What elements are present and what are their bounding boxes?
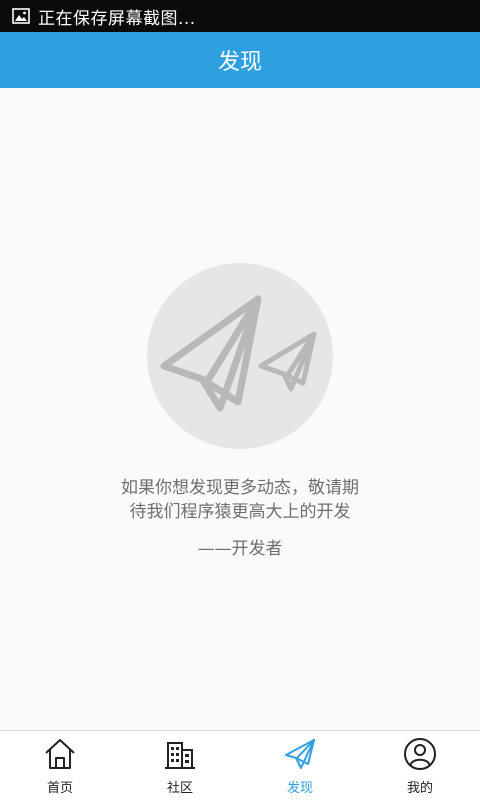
home-icon [45,739,75,769]
page-title: 发现 [217,50,262,75]
paper-plane-icon [147,263,333,449]
user-icon [404,738,436,770]
developer-signature: ——开发者 [197,539,283,559]
tab-label: 首页 [46,781,73,796]
paper-plane-icon [285,739,315,769]
message-line-1: 如果你想发现更多动态，敬请期 [121,478,359,498]
tab-home[interactable]: 首页 [0,731,120,800]
tab-label: 社区 [166,781,193,796]
app-header: 发现 [0,32,480,88]
tab-label: 我的 [406,781,433,796]
status-bar: 正在保存屏幕截图... [0,0,480,32]
tab-discover[interactable]: 发现 [240,731,360,800]
tab-profile[interactable]: 我的 [360,731,480,800]
message-line-2: 待我们程序猿更高大上的开发 [129,502,351,522]
tab-label: 发现 [286,781,313,796]
status-text: 正在保存屏幕截图... [38,8,196,29]
image-icon [12,8,30,24]
discover-content: 如果你想发现更多动态，敬请期 待我们程序猿更高大上的开发 ——开发者 [0,88,480,730]
empty-state-message: 如果你想发现更多动态，敬请期 待我们程序猿更高大上的开发 [0,476,480,524]
bottom-tab-bar: 首页 社区 发现 我的 [0,730,480,800]
tab-community[interactable]: 社区 [120,731,240,800]
building-icon [165,742,195,769]
